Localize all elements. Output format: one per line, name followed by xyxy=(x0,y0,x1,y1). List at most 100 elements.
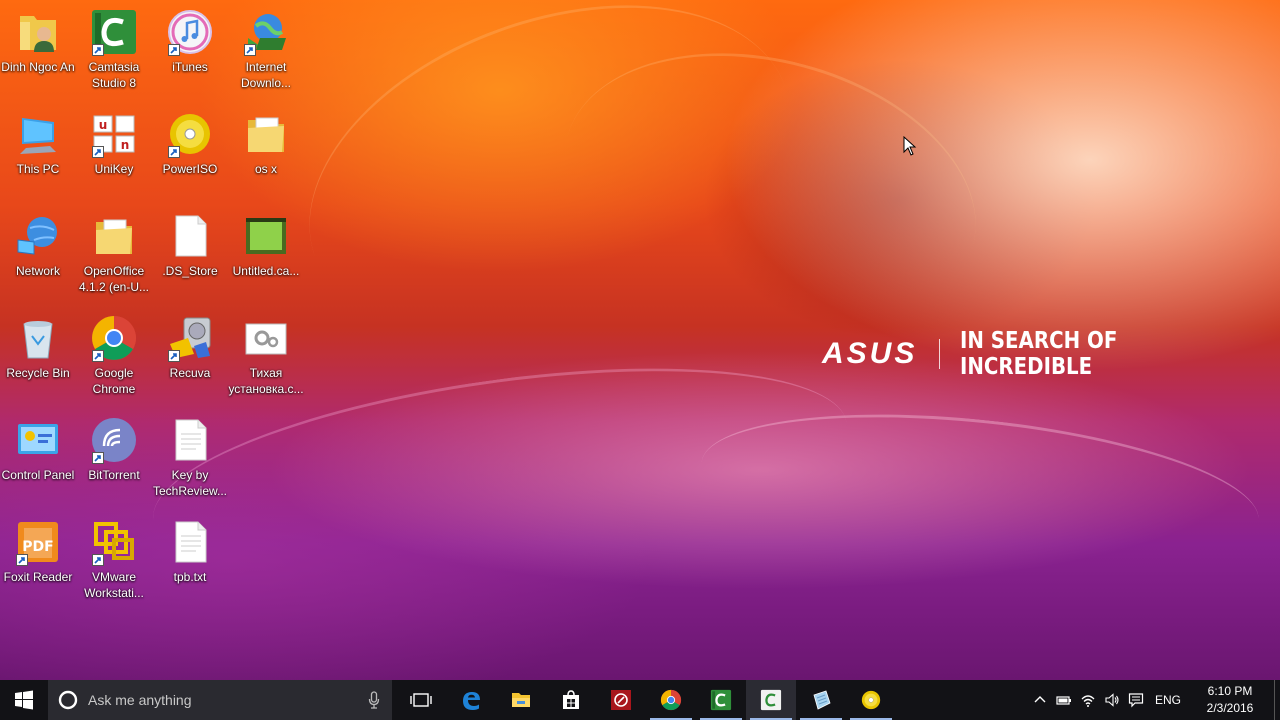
asus-logo: ASUS xyxy=(822,337,918,370)
desktop-icon[interactable]: u n UniKey xyxy=(76,102,152,202)
shortcut-arrow-icon xyxy=(92,554,104,566)
desktop-icon[interactable]: Untitled.ca... xyxy=(228,204,304,304)
chevron-up-icon[interactable] xyxy=(1028,680,1052,720)
desktop-icon-label: os x xyxy=(254,162,277,176)
taskbar: Ask me anything ENG 6:10 PM 2/3/2016 xyxy=(0,680,1280,720)
cortana-search-box[interactable]: Ask me anything xyxy=(48,680,392,720)
desktop-icon[interactable]: Recuva xyxy=(152,306,228,406)
text-file-icon xyxy=(166,518,214,566)
desktop-icon-label: Recycle Bin xyxy=(6,366,70,380)
folder-icon xyxy=(242,110,290,158)
show-desktop-button[interactable] xyxy=(1274,680,1280,720)
shortcut-arrow-icon xyxy=(244,44,256,56)
settings-file-icon xyxy=(242,314,290,362)
desktop-icon-label: VMware Workstati... xyxy=(84,570,144,600)
desktop-icon[interactable]: tpb.txt xyxy=(152,510,228,610)
taskbar-app-button[interactable] xyxy=(446,680,496,720)
taskbar-app-button[interactable] xyxy=(496,680,546,720)
desktop-icon[interactable]: Google Chrome xyxy=(76,306,152,406)
desktop-icon[interactable]: PowerISO xyxy=(152,102,228,202)
wifi-icon[interactable] xyxy=(1076,680,1100,720)
desktop-icon[interactable]: .DS_Store xyxy=(152,204,228,304)
microphone-icon[interactable] xyxy=(356,691,392,709)
asus-slogan: IN SEARCH OF INCREDIBLE xyxy=(960,328,1118,380)
desktop-icon[interactable]: Тихая установка.с... xyxy=(228,306,304,406)
clock[interactable]: 6:10 PM 2/3/2016 xyxy=(1188,683,1272,717)
desktop-icon[interactable]: PDF Foxit Reader xyxy=(0,510,76,610)
start-button[interactable] xyxy=(0,680,48,720)
desktop-icon[interactable]: iTunes xyxy=(152,0,228,100)
battery-icon[interactable] xyxy=(1052,680,1076,720)
desktop-icon[interactable]: Control Panel xyxy=(0,408,76,508)
store-icon xyxy=(560,689,582,711)
bittorrent-icon xyxy=(90,416,138,464)
notepad-icon xyxy=(810,689,832,711)
shortcut-arrow-icon xyxy=(168,44,180,56)
app-red-icon xyxy=(610,689,632,711)
user-folder-icon xyxy=(14,8,62,56)
desktop-icon-label: Camtasia Studio 8 xyxy=(88,60,140,90)
taskbar-app-button[interactable] xyxy=(746,680,796,720)
desktop-icon[interactable]: VMware Workstati... xyxy=(76,510,152,610)
windows-logo-icon xyxy=(15,690,33,710)
idm-icon xyxy=(242,8,290,56)
taskbar-app-button[interactable] xyxy=(796,680,846,720)
taskbar-app-button[interactable] xyxy=(596,680,646,720)
desktop-icon[interactable]: Dinh Ngoc An xyxy=(0,0,76,100)
desktop-icon-label: Internet Downlo... xyxy=(240,60,292,90)
volume-icon[interactable] xyxy=(1100,680,1124,720)
desktop-icon-label: Control Panel xyxy=(1,468,75,482)
desktop-icon[interactable]: Recycle Bin xyxy=(0,306,76,406)
taskbar-app-button[interactable] xyxy=(846,680,896,720)
search-placeholder: Ask me anything xyxy=(88,692,192,708)
camtasia-icon xyxy=(90,8,138,56)
file-explorer-icon xyxy=(510,689,532,711)
blank-file-icon xyxy=(166,212,214,260)
edge-icon xyxy=(460,689,482,711)
taskbar-app-button[interactable] xyxy=(646,680,696,720)
mouse-cursor-icon xyxy=(903,136,917,156)
chrome-icon xyxy=(90,314,138,362)
taskbar-app-button[interactable] xyxy=(696,680,746,720)
svg-text:PDF: PDF xyxy=(22,539,53,555)
wallpaper-streak xyxy=(694,391,1266,592)
desktop-icon[interactable]: Key by TechReview... xyxy=(152,408,228,508)
foxit-reader-icon: PDF xyxy=(14,518,62,566)
shortcut-arrow-icon xyxy=(16,554,28,566)
desktop-icon[interactable]: Network xyxy=(0,204,76,304)
control-panel-icon xyxy=(14,416,62,464)
desktop-icon[interactable]: BitTorrent xyxy=(76,408,152,508)
action-center-icon[interactable] xyxy=(1124,680,1148,720)
system-tray: ENG 6:10 PM 2/3/2016 xyxy=(1028,680,1280,720)
camtasia-icon xyxy=(710,689,732,711)
vmware-icon xyxy=(90,518,138,566)
shortcut-arrow-icon xyxy=(92,350,104,362)
recycle-bin-icon xyxy=(14,314,62,362)
desktop-icon-label: Key by TechReview... xyxy=(152,468,228,498)
desktop-icon[interactable]: This PC xyxy=(0,102,76,202)
poweriso-icon xyxy=(166,110,214,158)
desktop-icon-label: OpenOffice 4.1.2 (en-U... xyxy=(78,264,150,294)
shortcut-arrow-icon xyxy=(92,44,104,56)
desktop-icon[interactable]: os x xyxy=(228,102,304,202)
desktop-icon[interactable]: Camtasia Studio 8 xyxy=(76,0,152,100)
desktop-icon[interactable]: Internet Downlo... xyxy=(228,0,304,100)
clock-date: 2/3/2016 xyxy=(1206,701,1254,715)
taskbar-app-button[interactable] xyxy=(396,680,446,720)
poweriso-icon xyxy=(860,689,882,711)
desktop-icon-label: Untitled.ca... xyxy=(232,264,300,278)
text-file-icon xyxy=(166,416,214,464)
desktop-icon-label: Dinh Ngoc An xyxy=(1,60,75,74)
shortcut-arrow-icon xyxy=(92,452,104,464)
taskbar-app-button[interactable] xyxy=(546,680,596,720)
asus-divider xyxy=(939,339,941,369)
input-language[interactable]: ENG xyxy=(1148,693,1188,707)
camtasia-recorder-icon xyxy=(760,689,782,711)
desktop-icon-label: Foxit Reader xyxy=(3,570,73,584)
recuva-icon xyxy=(166,314,214,362)
clock-time: 6:10 PM xyxy=(1207,684,1253,698)
folder-icon xyxy=(90,212,138,260)
desktop-icon[interactable]: OpenOffice 4.1.2 (en-U... xyxy=(76,204,152,304)
shortcut-arrow-icon xyxy=(92,146,104,158)
desktop-icon-label: This PC xyxy=(16,162,60,176)
